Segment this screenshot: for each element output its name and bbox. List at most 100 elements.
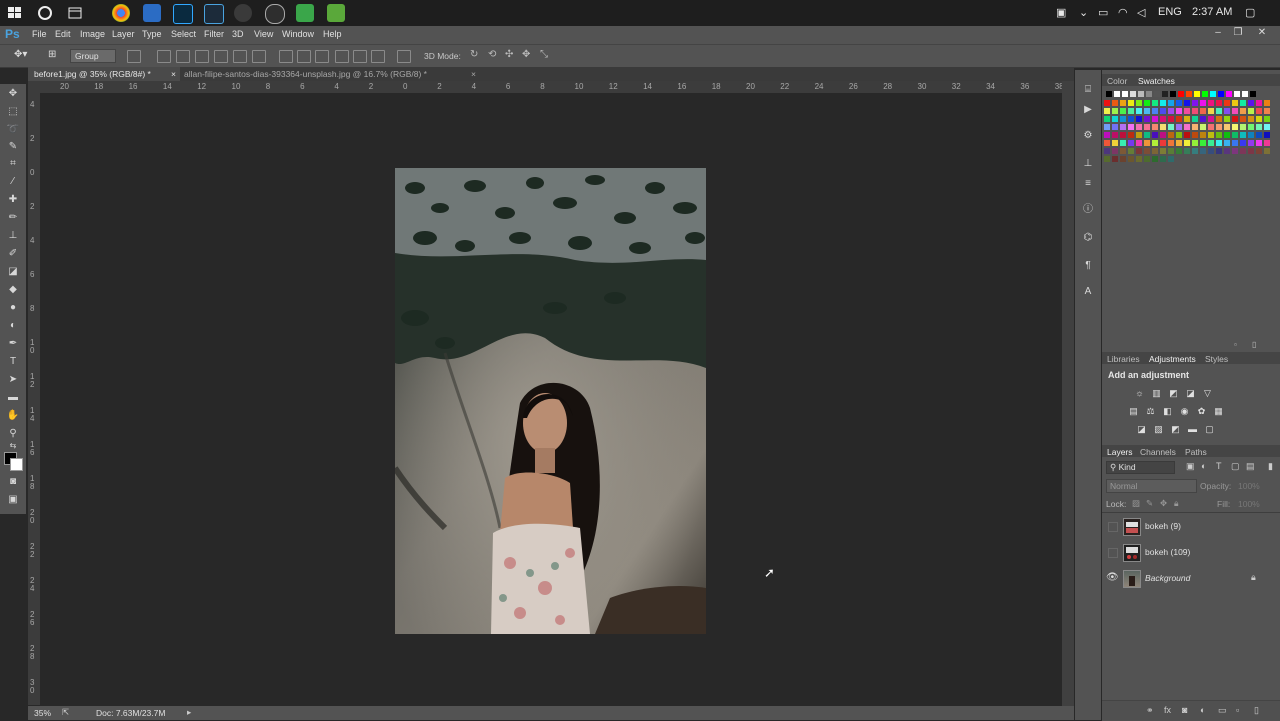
swatch[interactable] bbox=[1128, 132, 1134, 138]
color-balance-icon[interactable]: ⚖ bbox=[1145, 406, 1156, 416]
swatch[interactable] bbox=[1250, 91, 1256, 97]
tab-allan-filipe[interactable]: allan-filipe-santos-dias-393364-unsplash… bbox=[178, 67, 480, 81]
swatch[interactable] bbox=[1216, 156, 1222, 162]
swatch[interactable] bbox=[1112, 156, 1118, 162]
swatch[interactable] bbox=[1168, 132, 1174, 138]
hue-saturation-icon[interactable]: ▤ bbox=[1128, 406, 1139, 416]
tab-layers[interactable]: Layers bbox=[1107, 447, 1133, 457]
menu-view[interactable]: View bbox=[254, 29, 273, 39]
history-brush-tool-icon[interactable]: ✐ bbox=[6, 248, 20, 259]
swatch[interactable] bbox=[1104, 140, 1110, 146]
swatch[interactable] bbox=[1120, 108, 1126, 114]
move-tool-preset-icon[interactable]: ✥▾ bbox=[14, 49, 27, 60]
swatch[interactable] bbox=[1224, 124, 1230, 130]
vertical-scrollbar[interactable] bbox=[1062, 81, 1074, 706]
blend-mode-dropdown[interactable]: Normal bbox=[1106, 479, 1197, 493]
battery-icon[interactable]: ▭ bbox=[1098, 6, 1108, 19]
swatch[interactable] bbox=[1122, 91, 1128, 97]
swatch[interactable] bbox=[1200, 132, 1206, 138]
swatch[interactable] bbox=[1192, 148, 1198, 154]
visibility-toggle[interactable] bbox=[1108, 548, 1118, 558]
swatch[interactable] bbox=[1120, 140, 1126, 146]
swatch[interactable] bbox=[1176, 100, 1182, 106]
swatch[interactable] bbox=[1160, 124, 1166, 130]
new-adjustment-layer-icon[interactable]: ◐ bbox=[1200, 705, 1205, 715]
swatch[interactable] bbox=[1202, 91, 1208, 97]
swatch[interactable] bbox=[1226, 91, 1232, 97]
swatch[interactable] bbox=[1120, 132, 1126, 138]
swatch[interactable] bbox=[1114, 91, 1120, 97]
swatch[interactable] bbox=[1144, 108, 1150, 114]
swatch[interactable] bbox=[1242, 91, 1248, 97]
swatch[interactable] bbox=[1128, 100, 1134, 106]
threshold-icon[interactable]: ◩ bbox=[1170, 424, 1181, 434]
swatch[interactable] bbox=[1200, 100, 1206, 106]
swatch[interactable] bbox=[1152, 100, 1158, 106]
delete-layer-icon[interactable]: ▯ bbox=[1254, 705, 1259, 716]
swatch[interactable] bbox=[1248, 140, 1254, 146]
opacity-field[interactable]: 100% bbox=[1238, 481, 1260, 491]
crop-tool-icon[interactable]: ⌗ bbox=[6, 158, 20, 169]
3d-rotate-icon[interactable]: ↻ bbox=[470, 49, 478, 60]
vibrance-icon[interactable]: ▽ bbox=[1202, 388, 1213, 398]
swatch[interactable] bbox=[1144, 156, 1150, 162]
swatch[interactable] bbox=[1128, 140, 1134, 146]
swatch[interactable] bbox=[1168, 124, 1174, 130]
delete-swatch-icon[interactable]: ▯ bbox=[1252, 340, 1256, 349]
filter-smart-object-icon[interactable]: ▤ bbox=[1246, 461, 1255, 472]
export-icon[interactable]: ⇱ bbox=[62, 707, 69, 718]
swatch[interactable] bbox=[1232, 124, 1238, 130]
filter-shape-icon[interactable]: ▢ bbox=[1231, 461, 1240, 472]
filter-adjustment-icon[interactable]: ◐ bbox=[1201, 461, 1206, 471]
swatch[interactable] bbox=[1178, 91, 1184, 97]
3d-slide-icon[interactable]: ✥ bbox=[522, 49, 530, 60]
tab-swatches[interactable]: Swatches bbox=[1138, 76, 1175, 86]
rectangle-tool-icon[interactable]: ▬ bbox=[6, 392, 20, 403]
swatches-grid[interactable] bbox=[1102, 90, 1280, 162]
restore-button[interactable]: ❐ bbox=[1230, 27, 1246, 41]
swatch[interactable] bbox=[1138, 91, 1144, 97]
new-group-icon[interactable]: ▭ bbox=[1218, 705, 1227, 716]
swatch[interactable] bbox=[1264, 148, 1270, 154]
task-view-icon[interactable] bbox=[66, 4, 84, 22]
swatch[interactable] bbox=[1144, 100, 1150, 106]
clone-stamp-tool-icon[interactable]: ⊥ bbox=[6, 230, 20, 241]
swatch[interactable] bbox=[1136, 124, 1142, 130]
swatch[interactable] bbox=[1232, 132, 1238, 138]
language-indicator[interactable]: ENG bbox=[1158, 6, 1182, 18]
align-right-icon[interactable] bbox=[252, 50, 266, 63]
swatch[interactable] bbox=[1224, 108, 1230, 114]
type-tool-icon[interactable]: T bbox=[6, 356, 20, 367]
menu-image[interactable]: Image bbox=[80, 29, 105, 39]
clock[interactable]: 2:37 AM bbox=[1192, 6, 1232, 18]
swatch[interactable] bbox=[1120, 156, 1126, 162]
swatch[interactable] bbox=[1130, 91, 1136, 97]
swatch[interactable] bbox=[1232, 108, 1238, 114]
swatch[interactable] bbox=[1104, 108, 1110, 114]
properties-icon[interactable]: ≡ bbox=[1082, 178, 1094, 190]
swatch[interactable] bbox=[1176, 116, 1182, 122]
quick-mask-icon[interactable]: ◙ bbox=[6, 476, 20, 487]
swatch[interactable] bbox=[1240, 132, 1246, 138]
swatch[interactable] bbox=[1264, 140, 1270, 146]
swatch[interactable] bbox=[1104, 132, 1110, 138]
swatch[interactable] bbox=[1160, 156, 1166, 162]
swatch[interactable] bbox=[1232, 100, 1238, 106]
swatch[interactable] bbox=[1152, 156, 1158, 162]
swatch[interactable] bbox=[1162, 91, 1168, 97]
swatch[interactable] bbox=[1144, 116, 1150, 122]
swatch[interactable] bbox=[1240, 108, 1246, 114]
layer-name[interactable]: Background bbox=[1145, 573, 1190, 583]
swatch[interactable] bbox=[1136, 116, 1142, 122]
distribute-vcenter-icon[interactable] bbox=[297, 50, 311, 63]
swatch[interactable] bbox=[1224, 140, 1230, 146]
swatch[interactable] bbox=[1224, 132, 1230, 138]
swatch[interactable] bbox=[1184, 124, 1190, 130]
swatch[interactable] bbox=[1146, 91, 1152, 97]
distribute-top-icon[interactable] bbox=[279, 50, 293, 63]
swatch[interactable] bbox=[1224, 100, 1230, 106]
swatch[interactable] bbox=[1192, 132, 1198, 138]
chrome-icon[interactable] bbox=[112, 4, 130, 22]
swatch[interactable] bbox=[1160, 132, 1166, 138]
tray-chevron-icon[interactable]: ⌄ bbox=[1079, 6, 1088, 19]
